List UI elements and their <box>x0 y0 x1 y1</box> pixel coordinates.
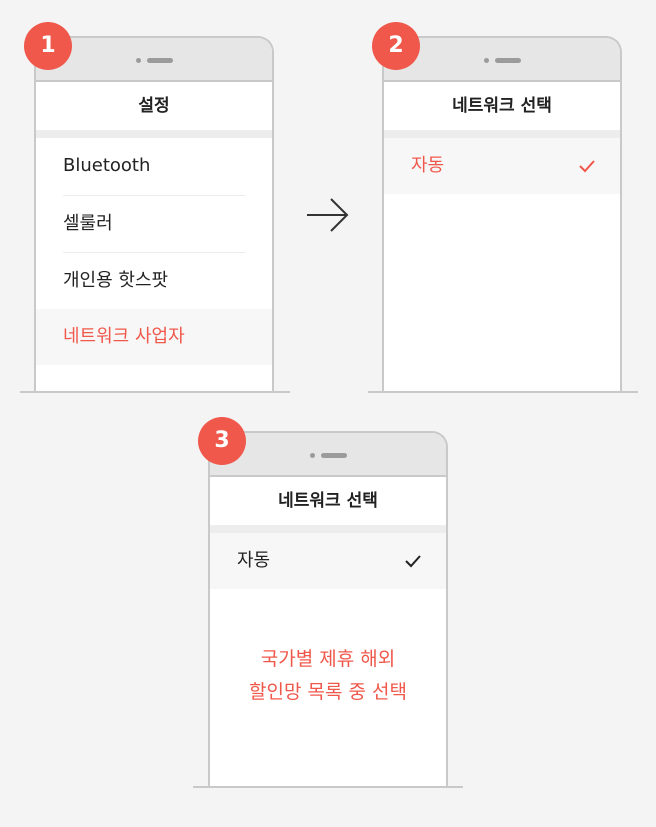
phone-step-1: 설정 Bluetooth 셀룰러 개인용 핫스팟 네트워크 사업자 <box>34 36 274 393</box>
settings-item-cellular[interactable]: 셀룰러 <box>36 196 272 252</box>
phone-baseline <box>193 786 463 788</box>
camera-dot <box>484 58 489 63</box>
phone-step-2: 네트워크 선택 자동 <box>382 36 622 393</box>
network-option-label: 자동 <box>411 155 445 176</box>
speaker-slot <box>495 58 521 63</box>
phone-baseline <box>368 391 638 393</box>
phone-step-3: 네트워크 선택 자동 국가별 제휴 해외 할인망 목록 중 선택 <box>208 431 448 788</box>
camera-dot <box>310 453 315 458</box>
screen-title: 네트워크 선택 <box>278 491 378 511</box>
speaker-slot <box>147 58 173 63</box>
section-separator <box>210 525 446 533</box>
section-separator <box>36 130 272 138</box>
screen-title: 설정 <box>138 96 170 116</box>
checkmark-icon <box>579 160 595 173</box>
checkmark-icon <box>405 555 421 568</box>
settings-item-network-operator[interactable]: 네트워크 사업자 <box>36 309 272 365</box>
phone-baseline <box>20 391 290 393</box>
network-option-automatic[interactable]: 자동 <box>210 533 446 589</box>
network-option-automatic[interactable]: 자동 <box>384 138 620 194</box>
step-badge-2: 2 <box>372 22 420 70</box>
settings-item-bluetooth[interactable]: Bluetooth <box>36 138 272 194</box>
settings-item-hotspot[interactable]: 개인용 핫스팟 <box>36 253 272 309</box>
screen-title: 네트워크 선택 <box>452 96 552 116</box>
camera-dot <box>136 58 141 63</box>
step-badge-1: 1 <box>24 22 72 70</box>
partner-network-note: 국가별 제휴 해외 할인망 목록 중 선택 <box>210 643 446 709</box>
step-badge-3: 3 <box>198 417 246 465</box>
note-line-2: 할인망 목록 중 선택 <box>249 681 407 703</box>
note-line-1: 국가별 제휴 해외 <box>260 648 396 670</box>
right-arrow-icon <box>307 198 349 232</box>
network-option-label: 자동 <box>237 550 271 571</box>
section-separator <box>384 130 620 138</box>
speaker-slot <box>321 453 347 458</box>
